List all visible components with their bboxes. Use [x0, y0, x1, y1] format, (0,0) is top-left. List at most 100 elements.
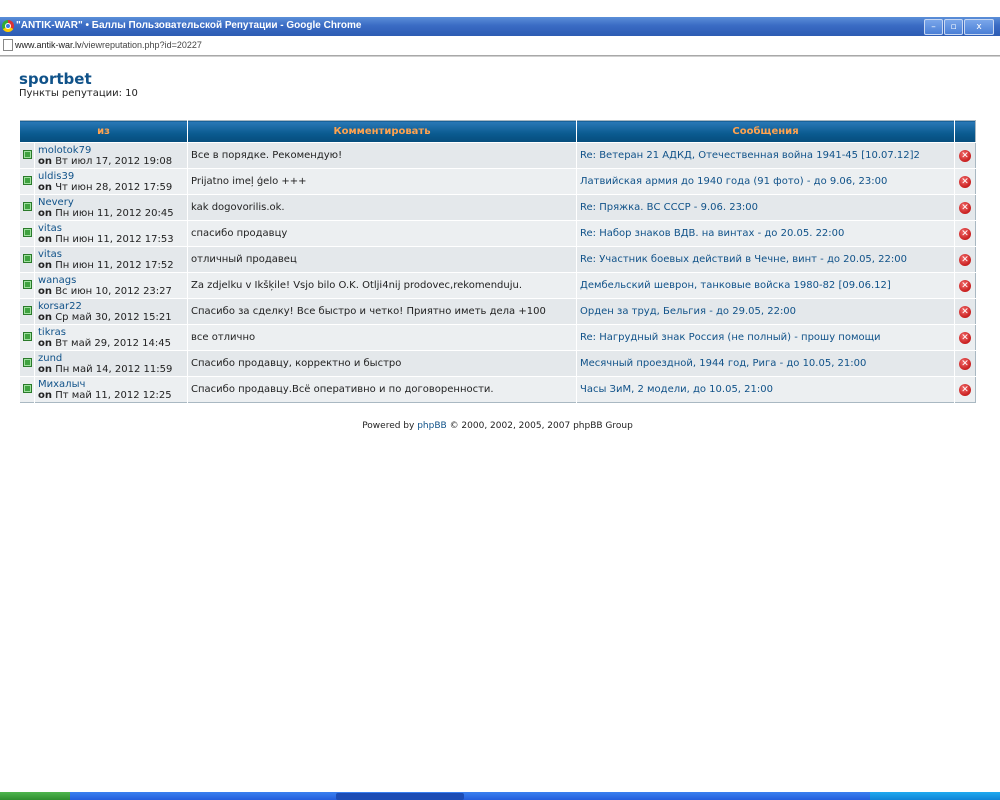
reviewer-username-link[interactable]: wanags — [38, 275, 76, 286]
from-cell: vitas on Пн июн 11, 2012 17:52 — [34, 246, 188, 273]
date-value: Чт июн 28, 2012 17:59 — [55, 181, 173, 193]
date-value: Пн июн 11, 2012 17:53 — [55, 233, 174, 245]
header-comment: Комментировать — [187, 120, 577, 143]
green-square-icon — [23, 331, 32, 341]
date-on-label: on — [38, 363, 52, 375]
green-square-icon — [23, 175, 32, 185]
date-value: Вт май 29, 2012 14:45 — [55, 337, 171, 349]
from-cell: korsar22 on Ср май 30, 2012 15:21 — [34, 298, 188, 325]
review-date: on Вт июл 17, 2012 19:08 — [38, 156, 172, 167]
review-date: on Чт июн 28, 2012 17:59 — [38, 182, 172, 193]
address-bar[interactable]: www.antik-war.lv/viewreputation.php?id=2… — [0, 36, 1000, 56]
close-window-button[interactable]: x — [964, 19, 994, 35]
green-square-icon — [23, 305, 32, 315]
delete-x-icon[interactable]: ✕ — [959, 175, 971, 188]
from-cell: zund on Пн май 14, 2012 11:59 — [34, 350, 188, 377]
reviewer-username-link[interactable]: korsar22 — [38, 301, 82, 312]
reviewer-username-link[interactable]: uldis39 — [38, 171, 74, 182]
reputation-table: из Комментировать Сообщения molotok79 on … — [19, 120, 976, 403]
comment-cell: Prijatno imeļ ģelo +++ — [187, 168, 577, 195]
date-value: Вс июн 10, 2012 23:27 — [55, 285, 172, 297]
url-text[interactable]: www.antik-war.lv/viewreputation.php?id=2… — [15, 40, 202, 50]
message-link[interactable]: Орден за труд, Бельгия - до 29.05, 22:00 — [576, 298, 955, 325]
start-button[interactable] — [0, 792, 70, 800]
message-link[interactable]: Re: Участник боевых действий в Чечне, ви… — [576, 246, 955, 273]
reviewer-username-link[interactable]: tikras — [38, 327, 66, 338]
delete-x-icon[interactable]: ✕ — [959, 279, 971, 292]
delete-cell: ✕ — [954, 194, 976, 221]
date-on-label: on — [38, 207, 52, 219]
footer-suffix: © 2000, 2002, 2005, 2007 phpBB Group — [446, 421, 633, 431]
reviewer-username-link[interactable]: molotok79 — [38, 145, 91, 156]
delete-x-icon[interactable]: ✕ — [959, 331, 971, 344]
status-cell — [19, 246, 35, 273]
delete-cell: ✕ — [954, 324, 976, 351]
table-row: vitas on Пн июн 11, 2012 17:52 отличный пр… — [19, 246, 976, 273]
delete-x-icon[interactable]: ✕ — [959, 357, 971, 370]
url-host: www.antik-war.lv — [15, 40, 82, 50]
review-date: on Пн май 14, 2012 11:59 — [38, 364, 172, 375]
reviewer-username-link[interactable]: Nevery — [38, 197, 74, 208]
from-cell: uldis39 on Чт июн 28, 2012 17:59 — [34, 168, 188, 195]
green-square-icon — [23, 149, 32, 159]
delete-x-icon[interactable]: ✕ — [959, 383, 971, 396]
reviewer-username-link[interactable]: Михалыч — [38, 379, 85, 390]
date-on-label: on — [38, 285, 52, 297]
green-square-icon — [23, 253, 32, 263]
reviewer-username-link[interactable]: zund — [38, 353, 62, 364]
message-link[interactable]: Дембельский шеврон, танковые войска 1980… — [576, 272, 955, 299]
window-title-bar[interactable]: "ANTIK-WAR" • Баллы Пользовательской Реп… — [0, 17, 1000, 36]
reputation-points: Пункты репутации: 10 — [19, 88, 138, 99]
window-title: "ANTIK-WAR" • Баллы Пользовательской Реп… — [16, 20, 362, 31]
message-link[interactable]: Латвийская армия до 1940 года (91 фото) … — [576, 168, 955, 195]
table-row: zund on Пн май 14, 2012 11:59 Спасибо прод… — [19, 350, 976, 377]
delete-x-icon[interactable]: ✕ — [959, 305, 971, 318]
status-cell — [19, 220, 35, 247]
comment-cell: Спасибо за сделку! Все быстро и четко! П… — [187, 298, 577, 325]
date-value: Вт июл 17, 2012 19:08 — [55, 155, 173, 167]
footer: Powered by phpBB © 2000, 2002, 2005, 200… — [19, 421, 976, 431]
table-body: molotok79 on Вт июл 17, 2012 19:08 Все в п… — [19, 142, 976, 403]
from-cell: Михалыч on Пт май 11, 2012 12:25 — [34, 376, 188, 403]
reviewer-username-link[interactable]: vitas — [38, 223, 62, 234]
footer-prefix: Powered by — [362, 421, 418, 431]
delete-x-icon[interactable]: ✕ — [959, 227, 971, 240]
comment-cell: спасибо продавцу — [187, 220, 577, 247]
comment-cell: Спасибо продавцу.Всё оперативно и по дог… — [187, 376, 577, 403]
message-link[interactable]: Re: Набор знаков ВДВ. на винтах - до 20.… — [576, 220, 955, 247]
review-date: on Ср май 30, 2012 15:21 — [38, 312, 172, 323]
delete-x-icon[interactable]: ✕ — [959, 149, 971, 162]
message-link[interactable]: Re: Ветеран 21 АДКД, Отечественная война… — [576, 142, 955, 169]
status-cell — [19, 168, 35, 195]
table-row: vitas on Пн июн 11, 2012 17:53 спасибо про… — [19, 220, 976, 247]
table-header-row: из Комментировать Сообщения — [19, 120, 976, 143]
minimize-button[interactable]: – — [924, 19, 943, 35]
page-content: sportbet Пункты репутации: 10 из Коммент… — [19, 70, 976, 431]
from-cell: Nevery on Пн июн 11, 2012 20:45 — [34, 194, 188, 221]
table-row: korsar22 on Ср май 30, 2012 15:21 Спасибо … — [19, 298, 976, 325]
delete-x-icon[interactable]: ✕ — [959, 253, 971, 266]
message-link[interactable]: Re: Нагрудный знак Россия (не полный) - … — [576, 324, 955, 351]
date-value: Пн май 14, 2012 11:59 — [55, 363, 173, 375]
date-on-label: on — [38, 389, 52, 401]
header-from: из — [19, 120, 188, 143]
reviewer-username-link[interactable]: vitas — [38, 249, 62, 260]
status-cell — [19, 272, 35, 299]
profile-username[interactable]: sportbet — [19, 70, 976, 88]
delete-x-icon[interactable]: ✕ — [959, 201, 971, 214]
phpbb-link[interactable]: phpBB — [417, 421, 446, 431]
review-date: on Вт май 29, 2012 14:45 — [38, 338, 171, 349]
delete-cell: ✕ — [954, 272, 976, 299]
maximize-button[interactable]: ▫ — [944, 19, 963, 35]
comment-cell: все отлично — [187, 324, 577, 351]
delete-cell: ✕ — [954, 142, 976, 169]
message-link[interactable]: Часы ЗиМ, 2 модели, до 10.05, 21:00 — [576, 376, 955, 403]
delete-cell: ✕ — [954, 168, 976, 195]
status-cell — [19, 350, 35, 377]
date-value: Пн июн 11, 2012 20:45 — [55, 207, 174, 219]
message-link[interactable]: Re: Пряжка. ВС СССР - 9.06. 23:00 — [576, 194, 955, 221]
message-link[interactable]: Месячный проездной, 1944 год, Рига - до … — [576, 350, 955, 377]
review-date: on Вс июн 10, 2012 23:27 — [38, 286, 172, 297]
url-path: /viewreputation.php?id=20227 — [81, 40, 202, 50]
taskbar-window-button[interactable] — [336, 793, 464, 800]
